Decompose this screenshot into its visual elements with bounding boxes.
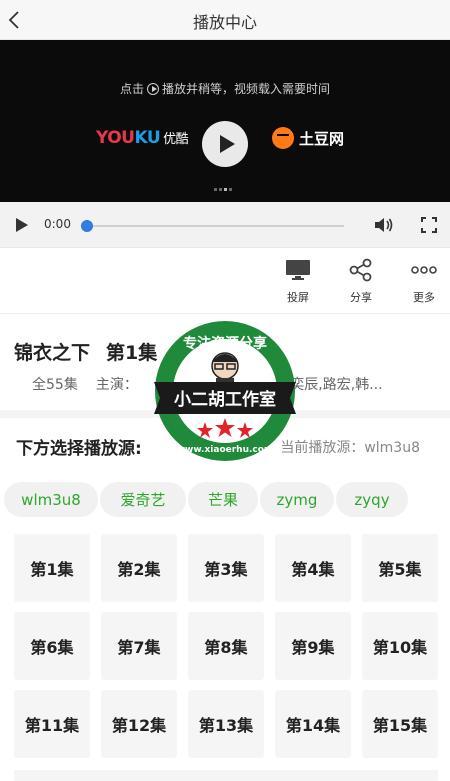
video-player[interactable]: 点击 播放并稍等，视频载入需要时间 YOUKU 优酷 土豆网 (0, 40, 450, 202)
episode-button[interactable]: 第8集 (188, 612, 264, 680)
source-option-mango[interactable]: 芒果 (188, 482, 258, 517)
episode-count: 全55集 (32, 377, 78, 393)
cast-label: 主演： (95, 377, 138, 393)
svg-text:www.xiaoerhu.com: www.xiaoerhu.com (177, 445, 274, 455)
svg-text:小二胡工作室: 小二胡工作室 (174, 389, 276, 410)
source-option-wlm3u8[interactable]: wlm3u8 (4, 482, 98, 517)
tudou-logo: 土豆网 (272, 127, 344, 149)
svg-text:专注资源分享: 专注资源分享 (183, 335, 267, 352)
episode-button[interactable]: 第2集 (101, 534, 177, 602)
episode-button[interactable]: 第13集 (188, 690, 264, 758)
page-title: 播放中心 (192, 13, 257, 32)
source-option-iqiyi[interactable]: 爱奇艺 (100, 482, 186, 517)
episode-grid: 第1集 第2集 第3集 第4集 第5集 第6集 第7集 第8集 第9集 第10集… (14, 534, 438, 758)
episode-button[interactable]: 第14集 (275, 690, 351, 758)
cast-button[interactable]: 投屏 (273, 258, 323, 305)
current-time: 0:00 (44, 217, 71, 231)
progress-track[interactable] (86, 225, 344, 227)
source-options: wlm3u8 爱奇艺 芒果 zymg zyqy (4, 482, 408, 517)
loading-dots (214, 188, 232, 191)
volume-icon[interactable] (374, 216, 394, 234)
source-heading: 下方选择播放源: (16, 439, 142, 459)
tudou-face-icon (272, 127, 294, 149)
episode-button[interactable]: 第1集 (14, 534, 90, 602)
episode-row-partial (14, 770, 438, 781)
source-option-zymg[interactable]: zymg (260, 482, 334, 517)
episode-button[interactable]: 第12集 (101, 690, 177, 758)
current-source: 当前播放源：wlm3u8 (280, 440, 420, 456)
episode-button[interactable]: 第15集 (362, 690, 438, 758)
show-title: 锦衣之下 第1集 (14, 342, 158, 364)
action-bar: 投屏 分享 更多 (0, 248, 450, 314)
big-play-button[interactable] (202, 121, 248, 167)
source-option-zyqy[interactable]: zyqy (336, 482, 408, 517)
play-circle-icon (147, 83, 159, 95)
player-controls: 0:00 (0, 202, 450, 248)
episode-button[interactable]: 第10集 (362, 612, 438, 680)
top-bar: 播放中心 (0, 0, 450, 40)
youku-logo: YOUKU 优酷 (96, 128, 189, 148)
fullscreen-icon[interactable] (421, 217, 437, 233)
tv-icon (286, 260, 310, 280)
episode-button[interactable]: 第6集 (14, 612, 90, 680)
share-button[interactable]: 分享 (336, 258, 386, 305)
more-button[interactable]: 更多 (399, 258, 449, 305)
episode-button[interactable]: 第5集 (362, 534, 438, 602)
watermark-logo: 专注资源分享 小二胡工作室 www.xiaoerhu.com (154, 321, 296, 461)
more-icon (411, 266, 437, 274)
episode-button[interactable]: 第3集 (188, 534, 264, 602)
share-icon (349, 258, 372, 282)
video-hint: 点击 播放并稍等，视频载入需要时间 (119, 82, 331, 96)
episode-button[interactable]: 第9集 (275, 612, 351, 680)
episode-button[interactable]: 第7集 (101, 612, 177, 680)
episode-button[interactable]: 第11集 (14, 690, 90, 758)
play-icon[interactable] (16, 218, 28, 232)
episode-button[interactable]: 第4集 (275, 534, 351, 602)
progress-knob[interactable] (81, 220, 93, 232)
